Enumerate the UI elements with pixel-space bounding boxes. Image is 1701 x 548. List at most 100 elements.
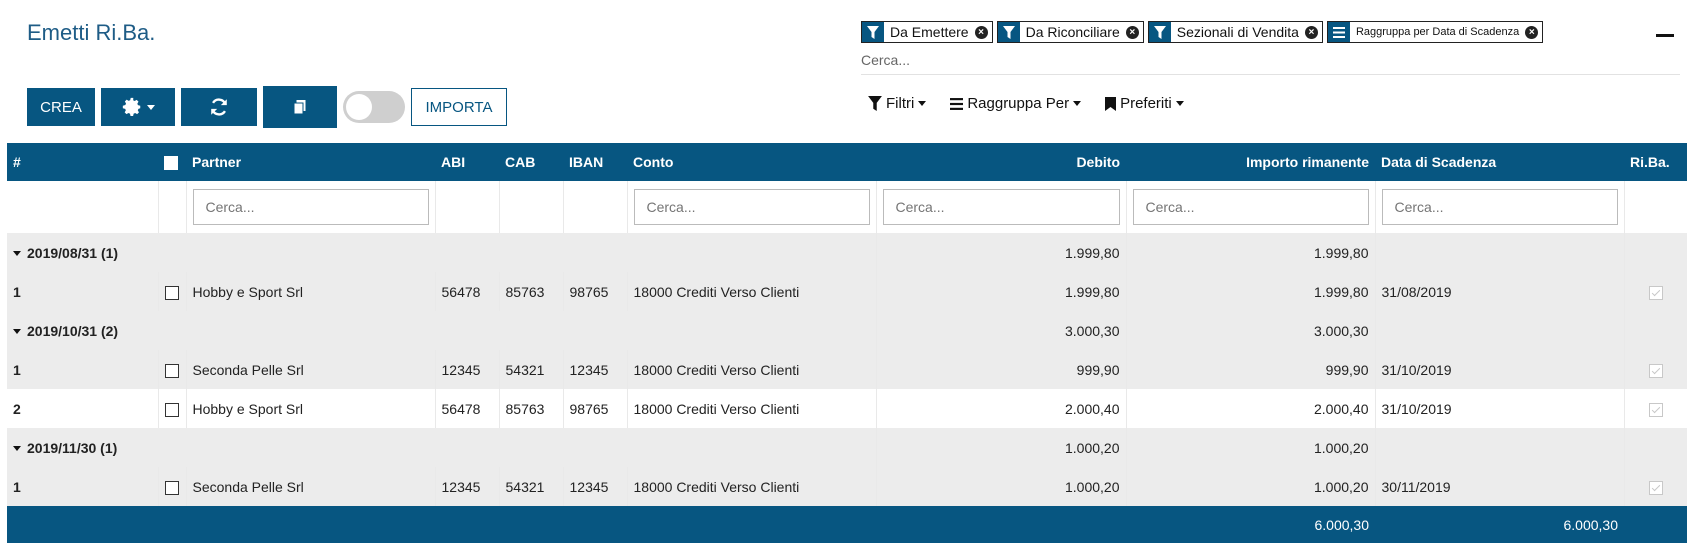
column-header-importo-rimanente[interactable]: Importo rimanente [1126,143,1375,181]
group-row[interactable]: 2019/08/31 (1) 1.999,80 1.999,80 [7,233,1687,272]
list-icon [1327,22,1350,42]
group-importo: 1.999,80 [1125,233,1375,272]
partner-cell: Seconda Pelle Srl [185,350,435,389]
group-debito: 3.000,30 [875,311,1126,350]
conto-cell: 18000 Crediti Verso Clienti [626,389,876,428]
close-icon[interactable]: × [974,26,988,39]
column-header-abi[interactable]: ABI [435,143,499,181]
select-all-cell [158,143,186,181]
filters-menu-label: Filtri [886,95,915,112]
column-header-num[interactable]: # [7,143,158,181]
copy-icon [293,100,306,115]
select-all-checkbox[interactable] [164,156,178,171]
caret-down-icon [13,446,21,452]
group-importo: 1.000,20 [1125,428,1375,467]
search-options: Filtri Raggruppa Per Preferiti [868,95,1208,112]
partner-filter-input[interactable] [192,189,429,225]
actions-dropdown-button[interactable] [101,88,175,126]
minimize-icon[interactable] [1656,34,1674,37]
importo-filter-input[interactable] [1132,189,1369,225]
row-checkbox[interactable] [164,402,179,417]
riba-checkbox [1648,480,1663,495]
abi-cell: 56478 [434,272,499,311]
import-button[interactable]: IMPORTA [411,88,507,126]
facet-group-by-scadenza: Raggruppa per Data di Scadenza × [1326,21,1544,43]
abi-cell: 56478 [434,389,499,428]
list-icon [950,97,964,110]
row-num: 1 [7,272,158,311]
table-row[interactable]: 1 Seconda Pelle Srl 12345 54321 12345 18… [7,350,1687,389]
caret-down-icon [13,251,21,257]
refresh-button[interactable] [181,88,257,126]
facet-da-emettere: Da Emettere × [861,21,993,43]
cab-cell: 85763 [498,272,563,311]
close-icon[interactable]: × [1125,26,1139,39]
filters-menu[interactable]: Filtri [868,95,927,112]
row-checkbox[interactable] [164,285,179,300]
riba-checkbox [1648,402,1663,417]
group-by-menu[interactable]: Raggruppa Per [950,95,1082,112]
filter-icon [997,22,1020,42]
row-num: 2 [7,389,158,428]
total-importo: 6.000,30 [1375,506,1624,543]
table-footer-totals: 6.000,30 6.000,30 [7,506,1687,543]
conto-cell: 18000 Crediti Verso Clienti [626,350,876,389]
row-checkbox[interactable] [164,480,179,495]
close-icon[interactable]: × [1304,26,1318,39]
table-header: # Partner ABI CAB IBAN Conto Debito Impo… [7,143,1687,181]
search-input[interactable]: Cerca... [861,52,1680,75]
bookmark-icon [1105,96,1117,111]
importo-cell: 2.000,40 [1125,389,1375,428]
close-icon[interactable]: × [1525,26,1539,39]
riba-checkbox [1648,363,1663,378]
group-debito: 1.999,80 [875,233,1126,272]
page-title: Emetti Ri.Ba. [27,20,156,45]
column-header-iban[interactable]: IBAN [563,143,627,181]
filter-icon [862,22,884,42]
conto-cell: 18000 Crediti Verso Clienti [626,272,876,311]
filter-row [7,181,1687,233]
column-header-debito[interactable]: Debito [876,143,1126,181]
group-label: 2019/11/30 (1) [27,439,118,456]
column-header-data-scadenza[interactable]: Data di Scadenza [1375,143,1624,181]
table-row[interactable]: 2 Hobby e Sport Srl 56478 85763 98765 18… [7,389,1687,428]
table-row[interactable]: 1 Seconda Pelle Srl 12345 54321 12345 18… [7,467,1687,506]
group-row[interactable]: 2019/10/31 (2) 3.000,30 3.000,30 [7,311,1687,350]
group-row[interactable]: 2019/11/30 (1) 1.000,20 1.000,20 [7,428,1687,467]
caret-down-icon [1175,101,1184,106]
debito-filter-input[interactable] [882,189,1120,225]
toggle-switch[interactable] [343,91,405,123]
debito-cell: 1.000,20 [875,467,1126,506]
column-header-riba[interactable]: Ri.Ba. [1624,143,1687,181]
caret-down-icon [13,329,21,335]
filter-icon [868,96,882,111]
control-panel-buttons: CREA IMPORTA [27,86,507,128]
abi-cell: 12345 [434,350,499,389]
scadenza-cell: 31/08/2019 [1374,272,1624,311]
facet-label: Sezionali di Vendita [1176,24,1299,40]
conto-filter-input[interactable] [633,189,870,225]
debito-cell: 2.000,40 [875,389,1126,428]
copy-button[interactable] [263,86,337,128]
column-header-conto[interactable]: Conto [627,143,876,181]
favorites-menu-label: Preferiti [1120,95,1172,112]
abi-cell: 12345 [434,467,499,506]
toggle-knob [346,94,372,120]
scadenza-filter-input[interactable] [1381,189,1618,225]
importo-cell: 1.000,20 [1125,467,1375,506]
cab-cell: 54321 [498,467,563,506]
table-row[interactable]: 1 Hobby e Sport Srl 56478 85763 98765 18… [7,272,1687,311]
importo-cell: 999,90 [1125,350,1375,389]
caret-down-icon [1073,101,1082,106]
create-button[interactable]: CREA [27,88,95,126]
row-checkbox[interactable] [164,363,179,378]
group-debito: 1.000,20 [875,428,1126,467]
cab-cell: 85763 [498,389,563,428]
riba-checkbox [1648,285,1663,300]
conto-cell: 18000 Crediti Verso Clienti [626,467,876,506]
column-header-cab[interactable]: CAB [499,143,563,181]
favorites-menu[interactable]: Preferiti [1105,95,1184,112]
row-num: 1 [7,467,158,506]
column-header-partner[interactable]: Partner [186,143,435,181]
debito-cell: 1.999,80 [875,272,1126,311]
